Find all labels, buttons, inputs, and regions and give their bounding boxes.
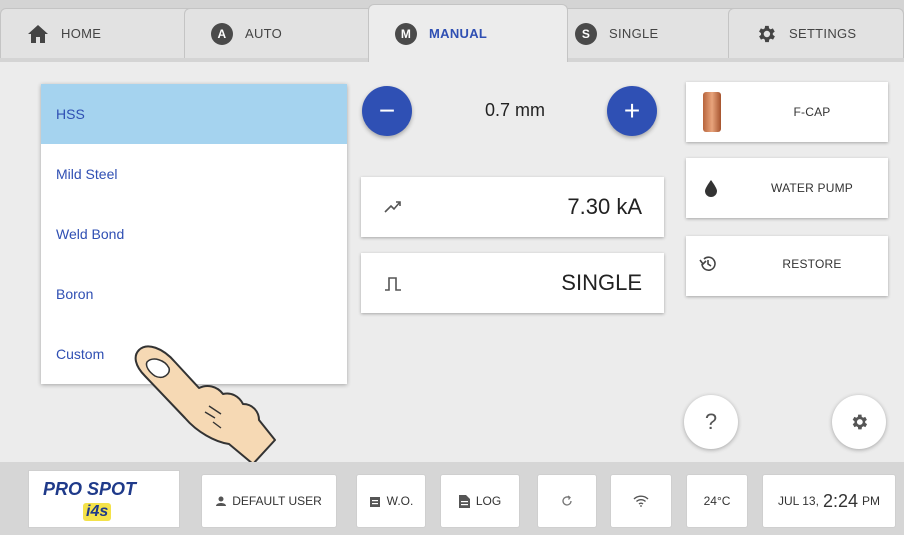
log-button[interactable]: LOG <box>440 474 520 528</box>
bottom-bar: PRO SPOT i4s DEFAULT USER W.O. LOG 24°C … <box>0 462 904 535</box>
increase-thickness-button[interactable]: + <box>607 86 657 136</box>
material-item-hss[interactable]: HSS <box>41 84 347 144</box>
tab-manual-label: MANUAL <box>429 26 488 41</box>
fcap-button[interactable]: F-CAP <box>686 82 888 142</box>
tab-auto-label: AUTO <box>245 26 283 41</box>
pulse-card[interactable]: SINGLE <box>361 253 664 313</box>
refresh-button[interactable] <box>537 474 597 528</box>
tab-settings-label: SETTINGS <box>789 26 857 41</box>
restore-icon <box>699 256 716 271</box>
water-drop-icon <box>705 180 717 197</box>
gear-icon <box>852 414 868 430</box>
material-list: HSS Mild Steel Weld Bond Boron Custom <box>41 84 347 384</box>
date-value: JUL 13, <box>778 494 819 508</box>
refresh-icon <box>562 495 572 506</box>
tab-auto[interactable]: A AUTO <box>184 8 384 58</box>
user-button[interactable]: DEFAULT USER <box>201 474 337 528</box>
restore-label: RESTORE <box>782 257 842 271</box>
tab-home-label: HOME <box>61 26 102 41</box>
single-badge-icon: S <box>575 22 597 45</box>
pro-spot-logo: PRO SPOT i4s <box>28 470 180 528</box>
trend-icon <box>384 201 401 213</box>
user-label: DEFAULT USER <box>232 494 322 508</box>
decrease-thickness-button[interactable]: − <box>362 86 412 136</box>
ampm-value: PM <box>861 494 880 508</box>
gear-icon <box>759 25 775 42</box>
work-order-button[interactable]: W.O. <box>356 474 426 528</box>
work-order-label: W.O. <box>386 494 414 508</box>
pointing-finger-icon <box>134 345 276 465</box>
wifi-button[interactable] <box>610 474 672 528</box>
auto-badge-icon: A <box>211 22 233 45</box>
restore-button[interactable]: RESTORE <box>686 236 888 296</box>
settings-button[interactable] <box>832 395 886 449</box>
wifi-icon <box>633 495 649 507</box>
clock-display: JUL 13, 2:24 PM <box>762 474 896 528</box>
tab-settings[interactable]: SETTINGS <box>728 8 904 58</box>
copper-cap-icon <box>703 92 721 132</box>
water-pump-button[interactable]: WATER PUMP <box>686 158 888 218</box>
help-button[interactable]: ? <box>684 395 738 449</box>
tab-bar: HOME A AUTO M MANUAL S SINGLE SETTINGS <box>0 0 904 62</box>
manual-badge-icon: M <box>395 22 417 45</box>
tab-single[interactable]: S SINGLE <box>548 8 748 58</box>
pulse-icon <box>385 277 401 291</box>
material-item-boron[interactable]: Boron <box>41 264 347 324</box>
log-label: LOG <box>475 494 502 508</box>
user-icon <box>216 496 227 506</box>
brand-name: PRO SPOT <box>43 479 137 499</box>
clipboard-icon <box>369 497 380 507</box>
tab-manual[interactable]: M MANUAL <box>368 4 568 62</box>
brand-sub: i4s <box>83 503 112 521</box>
water-pump-label: WATER PUMP <box>771 181 853 195</box>
home-icon <box>28 24 48 43</box>
material-item-mild-steel[interactable]: Mild Steel <box>41 144 347 204</box>
thickness-value: 0.7 mm <box>484 100 545 120</box>
material-item-weld-bond[interactable]: Weld Bond <box>41 204 347 264</box>
pulse-value: SINGLE <box>561 270 642 295</box>
tab-home[interactable]: HOME <box>0 8 200 58</box>
current-card[interactable]: 7.30 kA <box>361 177 664 237</box>
document-icon <box>458 494 470 508</box>
time-value: 2:24 <box>822 490 858 511</box>
tab-single-label: SINGLE <box>609 26 659 41</box>
current-value: 7.30 kA <box>567 194 642 219</box>
fcap-label: F-CAP <box>793 105 831 119</box>
temperature-value: 24°C <box>703 494 731 508</box>
temperature-display: 24°C <box>686 474 748 528</box>
